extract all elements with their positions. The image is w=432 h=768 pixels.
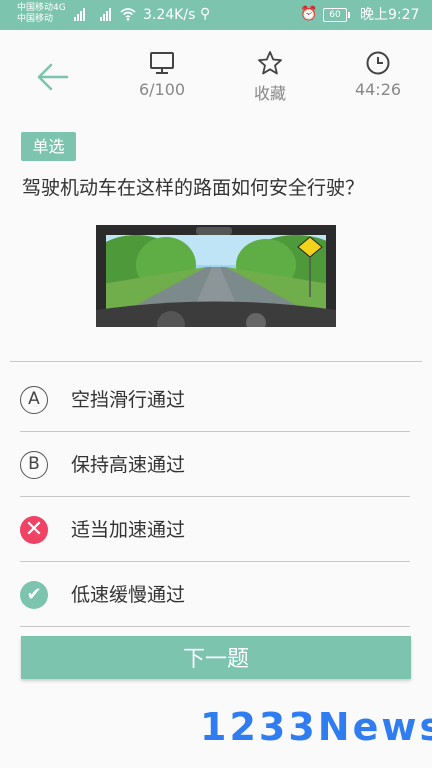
wrong-icon: ✕ (20, 516, 48, 544)
network-speed: 3.24K/s (143, 7, 196, 23)
option-a-marker: A (20, 386, 48, 414)
favorite-button[interactable]: 收藏 (230, 50, 310, 104)
clock-time: 晚上9:27 (360, 7, 420, 23)
wifi-icon (120, 7, 136, 25)
usb-icon: ⚲ (200, 6, 211, 22)
battery-indicator: 60 (323, 8, 350, 22)
option-d[interactable]: ✔ 低速缓慢通过 (20, 563, 410, 627)
star-icon (230, 50, 310, 76)
carrier-secondary: 中国移动 (17, 14, 54, 24)
timer-item: 44:26 (338, 50, 418, 99)
carrier-info: 中国移动4G 中国移动 (17, 3, 66, 25)
question-text: 驾驶机动车在这样的路面如何安全行驶？ (22, 177, 365, 199)
check-icon: ✔ (20, 581, 48, 609)
alarm-icon: ⏰ (300, 6, 318, 22)
option-a-text: 空挡滑行通过 (71, 389, 186, 411)
option-d-text: 低速缓慢通过 (71, 584, 186, 606)
back-button[interactable] (36, 60, 70, 94)
option-c-text: 适当加速通过 (71, 519, 186, 541)
progress-label: 6/100 (138, 80, 186, 99)
carrier-primary: 中国移动4G (17, 3, 66, 13)
option-b-text: 保持高速通过 (71, 454, 186, 476)
favorite-label: 收藏 (253, 84, 286, 103)
signal-icon (74, 7, 85, 21)
clock-icon (338, 50, 418, 76)
status-bar: 中国移动4G 中国移动 3.24K/s ⚲ ⏰ 60 晚上9:27 (0, 0, 432, 30)
signal-icon-2 (100, 7, 111, 21)
question-type-tag: 单选 (21, 132, 76, 161)
question-image (96, 225, 336, 327)
divider (10, 361, 422, 362)
option-b-marker: B (20, 451, 48, 479)
timer-label: 44:26 (354, 80, 402, 99)
next-question-button[interactable]: 下一题 (21, 636, 411, 679)
option-c[interactable]: ✕ 适当加速通过 (20, 498, 410, 562)
progress-item[interactable]: 6/100 (122, 50, 202, 99)
option-a[interactable]: A 空挡滑行通过 (20, 368, 410, 432)
monitor-icon (122, 50, 202, 76)
watermark-logo: 1233News (200, 705, 432, 749)
back-arrow-icon (37, 63, 69, 91)
option-b[interactable]: B 保持高速通过 (20, 433, 410, 497)
